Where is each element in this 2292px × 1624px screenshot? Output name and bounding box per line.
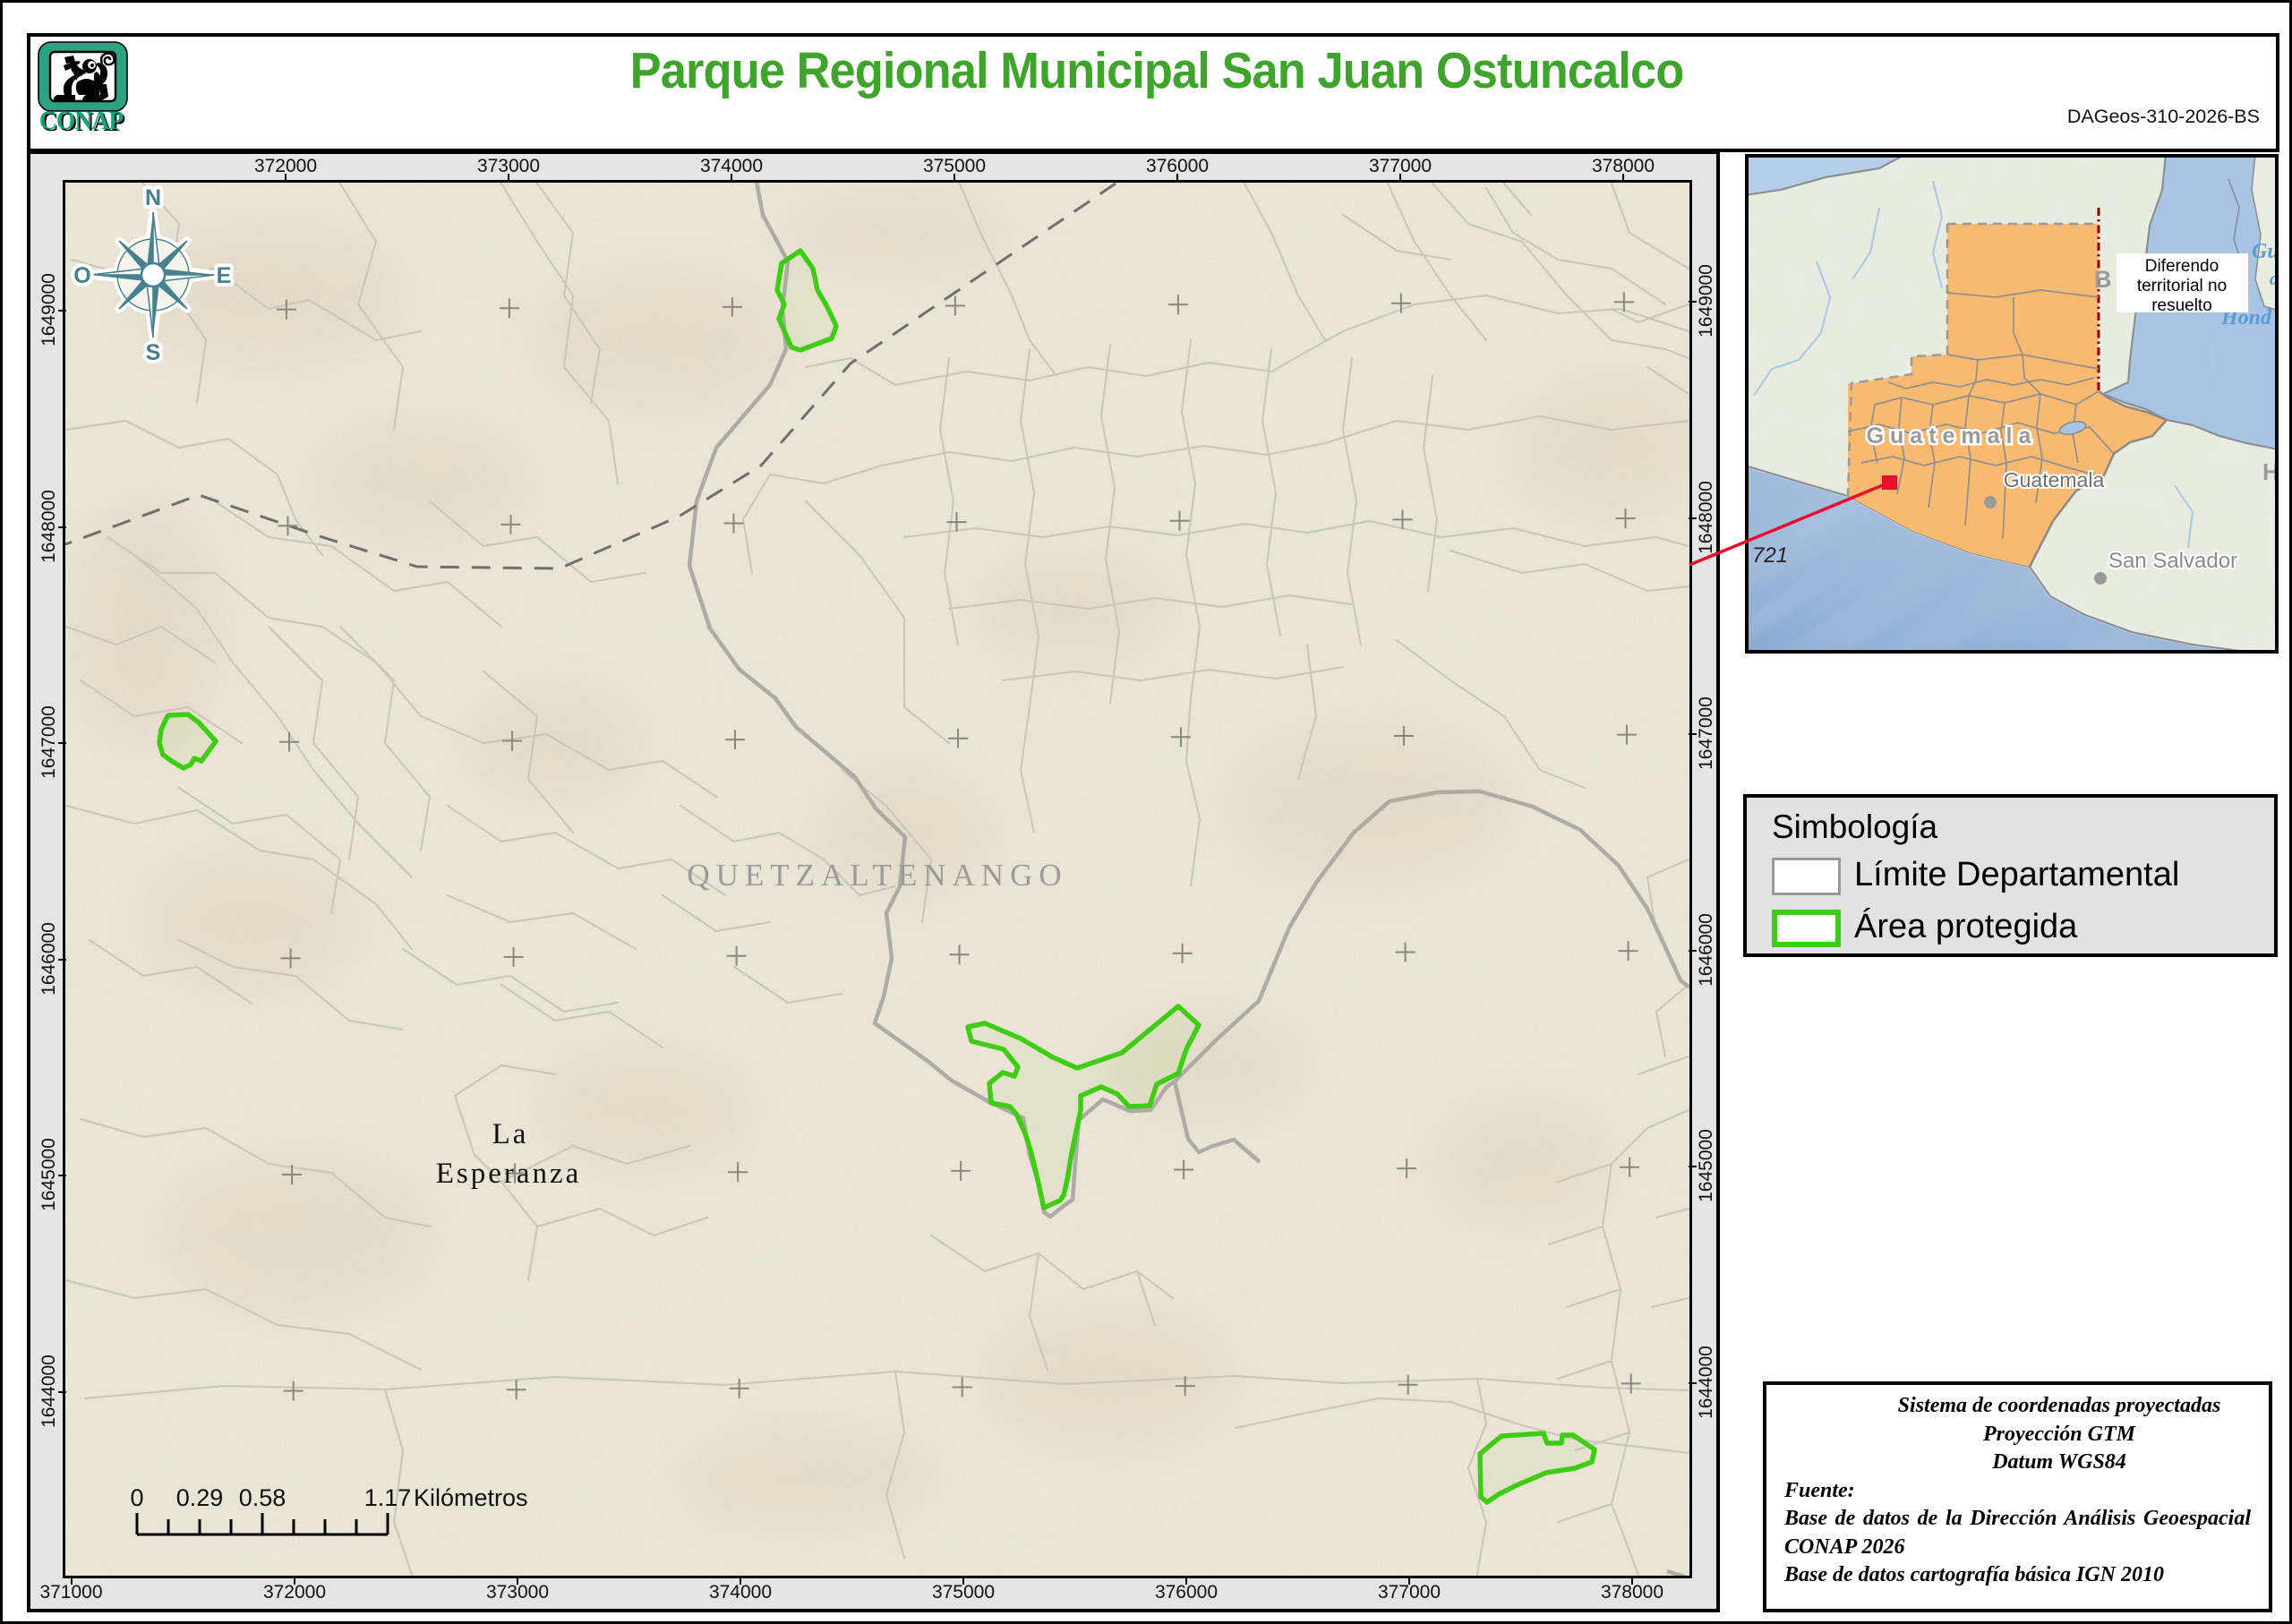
svg-text:Diferendo: Diferendo — [2145, 257, 2219, 276]
svg-text:Guatemala: Guatemala — [2004, 468, 2105, 491]
svg-text:San Salvador: San Salvador — [2108, 549, 2237, 573]
svg-text:0: 0 — [130, 1484, 143, 1511]
svg-text:Esperanza: Esperanza — [436, 1158, 582, 1190]
svg-text:N: N — [145, 185, 161, 210]
svg-text:0.29: 0.29 — [176, 1484, 224, 1511]
svg-text:Gu: Gu — [2252, 240, 2279, 263]
svg-text:QUETZALTENANGO: QUETZALTENANGO — [687, 858, 1067, 893]
svg-text:resuelto: resuelto — [2151, 296, 2212, 315]
svg-text:0.58: 0.58 — [239, 1484, 286, 1511]
svg-text:H o: H o — [2262, 458, 2279, 485]
svg-text:La: La — [492, 1118, 529, 1150]
svg-text:territorial no: territorial no — [2137, 277, 2227, 295]
svg-text:S: S — [146, 340, 161, 365]
svg-text:1.17: 1.17 — [364, 1484, 412, 1511]
svg-text:E: E — [217, 263, 232, 288]
svg-text:d: d — [2270, 269, 2279, 289]
svg-text:Guatemala: Guatemala — [1867, 423, 2038, 449]
svg-text:O: O — [73, 263, 90, 288]
svg-text:721: 721 — [1752, 543, 1788, 568]
svg-text:Kilómetros: Kilómetros — [414, 1484, 528, 1511]
